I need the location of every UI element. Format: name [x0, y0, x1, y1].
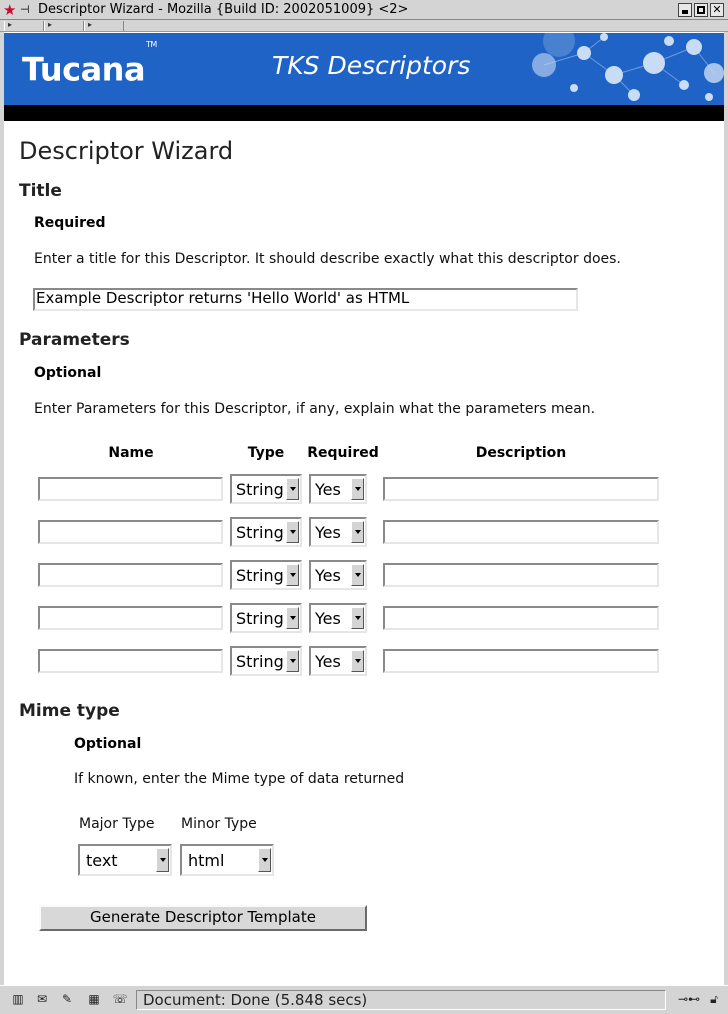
major-type-value: text — [86, 851, 118, 870]
mozilla-star-icon[interactable]: ★ — [3, 2, 19, 18]
minimize-button[interactable] — [678, 3, 692, 17]
window-title: Descriptor Wizard - Mozilla {Build ID: 2… — [38, 2, 409, 17]
mail-icon[interactable]: ✉ — [33, 991, 51, 1007]
dropdown-arrow-icon[interactable] — [351, 607, 364, 629]
grippy-arrow-icon: ▸ — [8, 20, 13, 29]
param-required-value: Yes — [315, 480, 341, 499]
address-book-icon[interactable]: ▦ — [85, 991, 103, 1007]
param-required-value: Yes — [315, 652, 341, 671]
title-section-heading: Title — [19, 181, 62, 201]
param-name-input[interactable] — [38, 649, 223, 673]
maximize-button[interactable] — [694, 3, 708, 17]
mime-requirement: Optional — [74, 736, 142, 752]
frame-border-left — [0, 32, 4, 985]
status-bar: ▥ ✉ ✎ ▦ ☏ Document: Done (5.848 secs) ⊸⊷… — [0, 985, 728, 1014]
param-required-value: Yes — [315, 609, 341, 628]
dropdown-arrow-icon[interactable] — [258, 848, 271, 872]
tucana-logo[interactable]: TucanaTM — [22, 40, 157, 90]
param-required-select[interactable]: Yes — [309, 603, 367, 633]
network-graphic-icon — [532, 33, 724, 101]
grippy-arrow-icon: ▸ — [48, 20, 53, 29]
param-required-select[interactable]: Yes — [309, 646, 367, 676]
title-input[interactable]: Example Descriptor returns 'Hello World'… — [33, 288, 578, 311]
param-description-input[interactable] — [383, 606, 659, 630]
toolbar-grippy-2[interactable]: ▸ — [44, 20, 84, 31]
param-required-value: Yes — [315, 566, 341, 585]
status-text: Document: Done (5.848 secs) — [136, 990, 666, 1010]
minimize-icon — [682, 10, 688, 14]
maximize-icon — [697, 6, 705, 14]
dropdown-arrow-icon[interactable] — [286, 521, 299, 543]
param-type-select[interactable]: String — [230, 517, 302, 547]
param-description-input[interactable] — [383, 649, 659, 673]
chat-icon[interactable]: ☏ — [111, 991, 129, 1007]
logo-trademark: TM — [146, 40, 157, 49]
param-type-value: String — [236, 523, 284, 542]
parameters-section-heading: Parameters — [19, 330, 130, 350]
param-name-input[interactable] — [38, 520, 223, 544]
logo-text: Tucana — [22, 50, 146, 89]
param-type-select[interactable]: String — [230, 560, 302, 590]
pin-icon[interactable]: ⊣ — [20, 3, 34, 17]
param-required-select[interactable]: Yes — [309, 560, 367, 590]
banner-heading: TKS Descriptors — [272, 51, 471, 80]
column-header-name: Name — [108, 445, 154, 461]
param-required-select[interactable]: Yes — [309, 517, 367, 547]
param-required-select[interactable]: Yes — [309, 474, 367, 504]
close-icon: ✕ — [712, 3, 722, 16]
generate-template-button[interactable]: Generate Descriptor Template — [39, 905, 367, 931]
mime-section-heading: Mime type — [19, 701, 120, 721]
parameters-requirement: Optional — [34, 365, 102, 381]
security-lock-icon[interactable]: 🔓︎ — [705, 991, 723, 1007]
dropdown-arrow-icon[interactable] — [351, 564, 364, 586]
param-type-value: String — [236, 609, 284, 628]
mime-instructions: If known, enter the Mime type of data re… — [74, 771, 405, 787]
param-type-value: String — [236, 480, 284, 499]
major-type-select[interactable]: text — [78, 844, 172, 876]
minor-type-select[interactable]: html — [180, 844, 274, 876]
online-connection-icon[interactable]: ⊸⊷ — [676, 991, 702, 1007]
dropdown-arrow-icon[interactable] — [351, 521, 364, 543]
window-titlebar: ★ ⊣ Descriptor Wizard - Mozilla {Build I… — [0, 0, 728, 20]
toolbar-grippies: ▸ ▸ ▸ — [0, 20, 728, 32]
param-name-input[interactable] — [38, 477, 223, 501]
grippy-arrow-icon: ▸ — [88, 20, 93, 29]
param-name-input[interactable] — [38, 606, 223, 630]
close-button[interactable]: ✕ — [710, 3, 724, 17]
param-type-value: String — [236, 652, 284, 671]
parameters-instructions: Enter Parameters for this Descriptor, if… — [34, 401, 596, 417]
frame-border-right — [724, 32, 728, 985]
column-header-required: Required — [307, 445, 379, 461]
toolbar-grippy-3[interactable]: ▸ — [84, 20, 124, 31]
column-header-type: Type — [247, 445, 285, 461]
param-type-select[interactable]: String — [230, 603, 302, 633]
dropdown-arrow-icon[interactable] — [286, 478, 299, 500]
dropdown-arrow-icon[interactable] — [286, 650, 299, 672]
major-type-label: Major Type — [79, 816, 155, 832]
param-description-input[interactable] — [383, 563, 659, 587]
title-instructions: Enter a title for this Descriptor. It sh… — [34, 251, 621, 267]
banner-divider — [4, 105, 724, 121]
navigator-icon[interactable]: ▥ — [9, 991, 27, 1007]
param-name-input[interactable] — [38, 563, 223, 587]
minor-type-label: Minor Type — [181, 816, 257, 832]
dropdown-arrow-icon[interactable] — [156, 848, 169, 872]
minor-type-value: html — [188, 851, 225, 870]
param-description-input[interactable] — [383, 520, 659, 544]
dropdown-arrow-icon[interactable] — [286, 607, 299, 629]
dropdown-arrow-icon[interactable] — [286, 564, 299, 586]
param-description-input[interactable] — [383, 477, 659, 501]
param-type-value: String — [236, 566, 284, 585]
page-title: Descriptor Wizard — [19, 137, 234, 165]
column-header-description: Description — [475, 445, 567, 461]
dropdown-arrow-icon[interactable] — [351, 650, 364, 672]
toolbar-grippy-1[interactable]: ▸ — [4, 20, 44, 31]
composer-icon[interactable]: ✎ — [58, 991, 76, 1007]
title-requirement: Required — [34, 215, 106, 231]
param-type-select[interactable]: String — [230, 646, 302, 676]
param-type-select[interactable]: String — [230, 474, 302, 504]
dropdown-arrow-icon[interactable] — [351, 478, 364, 500]
site-banner: TucanaTM TKS Descriptors — [4, 33, 724, 105]
param-required-value: Yes — [315, 523, 341, 542]
